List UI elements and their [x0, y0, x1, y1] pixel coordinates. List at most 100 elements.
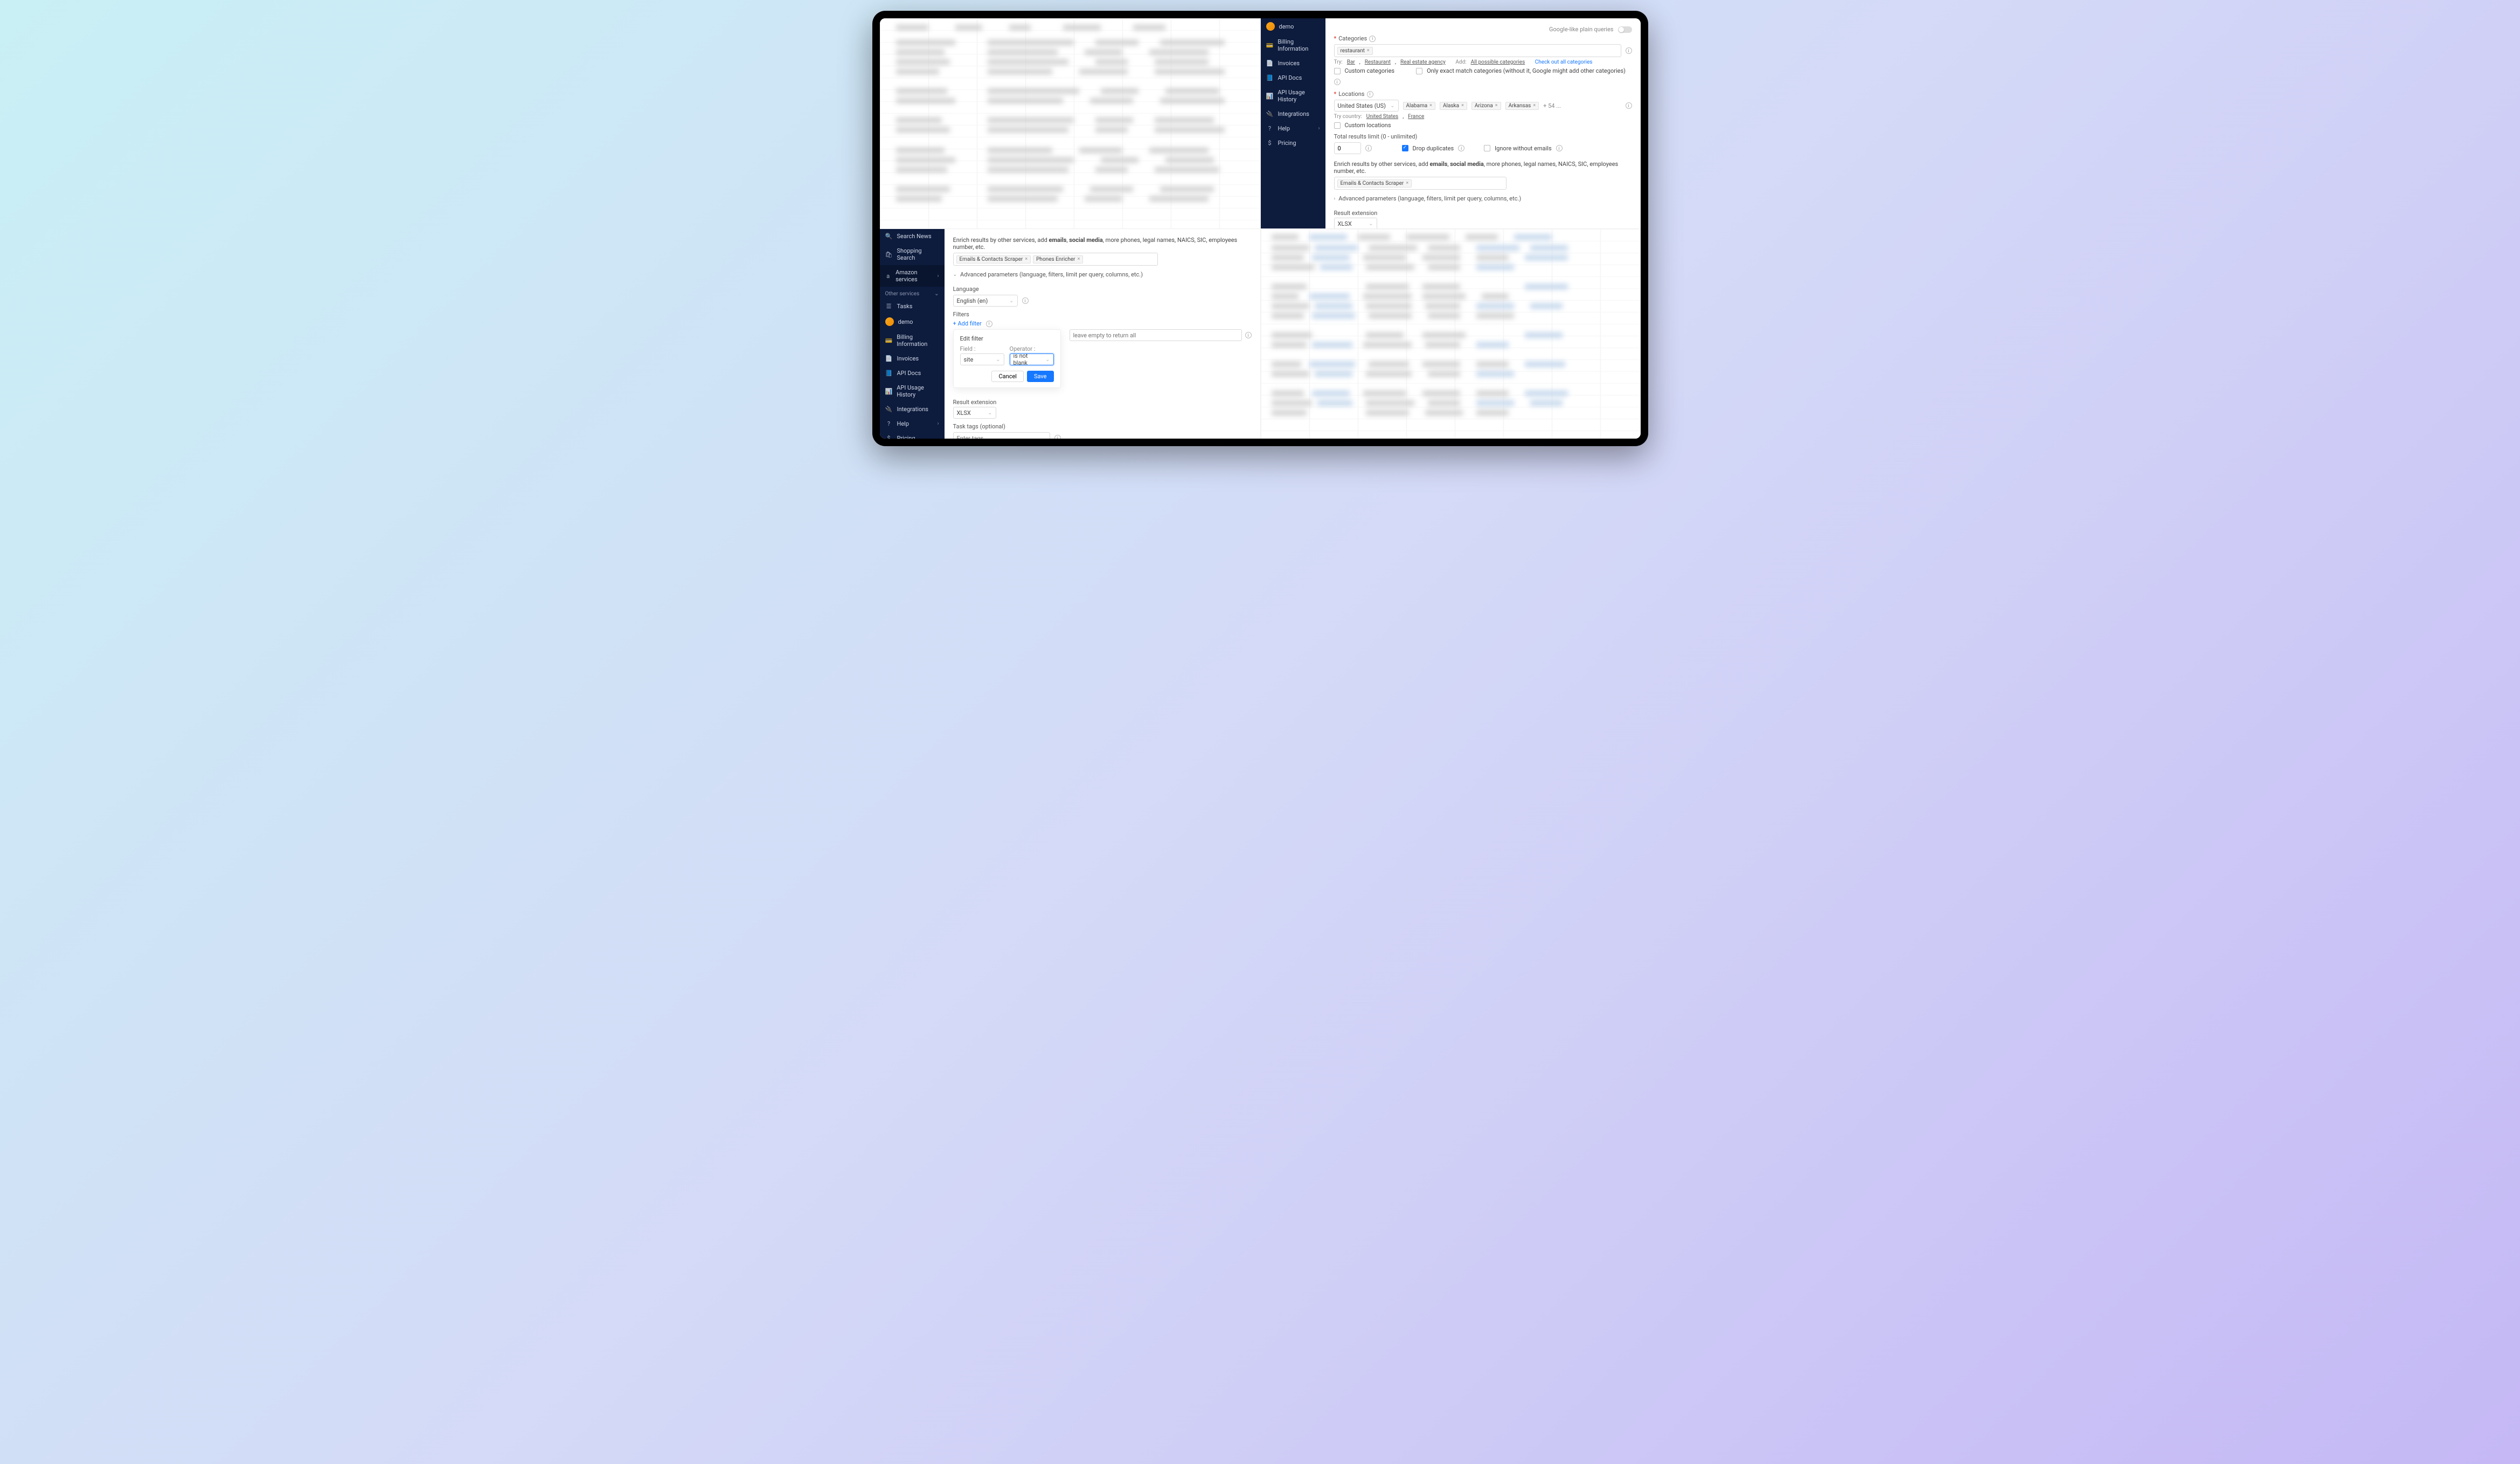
info-icon[interactable]: i — [1626, 102, 1632, 109]
ignore-no-email-checkbox[interactable] — [1484, 145, 1490, 151]
sidebar-item-invoices[interactable]: 📄Invoices — [880, 351, 945, 366]
cancel-button[interactable]: Cancel — [991, 371, 1023, 382]
sidebar-item-usage[interactable]: 📊API Usage History — [880, 380, 945, 402]
country-select[interactable]: United States (US) — [1334, 100, 1399, 112]
chip-state[interactable]: Alaska× — [1440, 102, 1467, 110]
chip-category[interactable]: restaurant× — [1337, 47, 1373, 55]
result-ext-label: Result extension — [1334, 210, 1632, 217]
custom-categories-checkbox[interactable] — [1334, 68, 1341, 74]
sidebar-item-tasks[interactable]: ☰Tasks — [880, 299, 945, 314]
drop-duplicates-checkbox[interactable] — [1402, 145, 1408, 151]
config-panel-top-right: demo 💳Billing Information 📄Invoices 📘API… — [1260, 18, 1641, 228]
sidebar-item-billing[interactable]: 💳Billing Information — [880, 330, 945, 351]
add-filter-link[interactable]: + Add filter — [953, 320, 982, 327]
chip-state[interactable]: Alabama× — [1403, 102, 1435, 110]
sidebar-item-invoices[interactable]: 📄Invoices — [1261, 56, 1325, 71]
sidebar-item-apidocs[interactable]: 📘API Docs — [1261, 71, 1325, 85]
advanced-params-expander[interactable]: › Advanced parameters (language, filters… — [1334, 192, 1632, 205]
result-ext-select[interactable]: XLSX — [953, 407, 996, 419]
sidebar-item-apidocs[interactable]: 📘API Docs — [880, 366, 945, 380]
language-label: Language — [953, 286, 1252, 293]
more-states[interactable]: + 54 ... — [1543, 102, 1561, 109]
close-icon[interactable]: × — [1078, 256, 1080, 262]
close-icon[interactable]: × — [1461, 103, 1464, 108]
enrich-text: Enrich results by other services, add em… — [953, 237, 1252, 251]
info-icon[interactable]: i — [1054, 435, 1061, 439]
chip-enrich-service[interactable]: Emails & Contacts Scraper× — [956, 255, 1031, 263]
sidebar-item-integrations[interactable]: 🔌Integrations — [1261, 107, 1325, 121]
info-icon[interactable]: i — [1626, 47, 1632, 54]
try-category-link[interactable]: Real estate agency — [1400, 59, 1446, 65]
close-icon[interactable]: × — [1429, 103, 1432, 108]
collage-grid: demo 💳Billing Information 📄Invoices 📘API… — [880, 18, 1641, 439]
close-icon[interactable]: × — [1406, 181, 1408, 186]
columns-input[interactable] — [1070, 329, 1242, 341]
info-icon[interactable]: i — [1365, 145, 1372, 151]
filters-label: Filters — [953, 311, 1252, 318]
locations-label: *Locationsi — [1334, 91, 1632, 98]
close-icon[interactable]: × — [1025, 256, 1028, 262]
noise — [880, 18, 1260, 228]
sidebar-item-billing[interactable]: 💳Billing Information — [1261, 34, 1325, 56]
custom-locations-checkbox[interactable] — [1334, 122, 1341, 129]
chip-state[interactable]: Arkansas× — [1505, 102, 1539, 110]
chip-state[interactable]: Arizona× — [1471, 102, 1501, 110]
amazon-icon: a — [885, 273, 892, 280]
try-country-label: Try country: — [1334, 114, 1362, 120]
sidebar-item-pricing[interactable]: $Pricing — [880, 431, 945, 439]
sidebar-item-demo[interactable]: demo — [880, 314, 945, 330]
sidebar-item-search-news[interactable]: 🔍Search News — [880, 229, 945, 244]
info-icon[interactable]: i — [1556, 145, 1563, 151]
checkout-categories-link[interactable]: Check out all categories — [1535, 59, 1593, 65]
sidebar-item-integrations[interactable]: 🔌Integrations — [880, 402, 945, 417]
language-select[interactable]: English (en) — [953, 295, 1018, 307]
sidebar-item-label: Invoices — [1278, 60, 1300, 67]
enrich-services-input[interactable]: Emails & Contacts Scraper× Phones Enrich… — [953, 253, 1158, 266]
try-category-link[interactable]: Restaurant — [1365, 59, 1391, 65]
info-icon[interactable]: i — [1369, 36, 1376, 42]
sidebar-section-amazon[interactable]: aAmazon services — [880, 265, 945, 287]
result-ext-select[interactable]: XLSX — [1334, 218, 1377, 228]
sidebar-item-label: Billing Information — [897, 334, 939, 348]
save-button[interactable]: Save — [1027, 371, 1054, 382]
sidebar-item-usage[interactable]: 📊API Usage History — [1261, 85, 1325, 107]
sidebar-section-other[interactable]: Other services⌄ — [880, 287, 945, 299]
info-icon[interactable]: i — [1022, 297, 1029, 304]
try-category-link[interactable]: Bar — [1347, 59, 1355, 65]
close-icon[interactable]: × — [1367, 48, 1370, 53]
enrich-services-input[interactable]: Emails & Contacts Scraper× — [1334, 177, 1507, 190]
sidebar-item-label: API Docs — [1278, 74, 1302, 81]
close-icon[interactable]: × — [1533, 103, 1536, 108]
categories-input[interactable]: restaurant× — [1334, 44, 1621, 57]
sidebar-item-label: API Docs — [897, 370, 921, 377]
sidebar-item-label: Integrations — [1278, 110, 1309, 117]
chip-enrich-service[interactable]: Phones Enricher× — [1033, 255, 1083, 263]
try-country-link[interactable]: United States — [1366, 114, 1399, 120]
advanced-params-expander[interactable]: ⌄ Advanced parameters (language, filters… — [953, 268, 1252, 281]
filter-operator-select[interactable]: is not blank — [1010, 353, 1054, 365]
plain-queries-toggle[interactable] — [1618, 26, 1632, 33]
sidebar-item-help[interactable]: ?Help — [1261, 121, 1325, 136]
info-icon[interactable]: i — [1458, 145, 1464, 151]
sidebar-section-label: Amazon services — [895, 269, 933, 283]
chip-enrich-service[interactable]: Emails & Contacts Scraper× — [1337, 179, 1412, 188]
limit-input[interactable] — [1334, 142, 1361, 154]
info-icon[interactable]: i — [1245, 332, 1252, 338]
close-icon[interactable]: × — [1495, 103, 1498, 108]
sidebar-item-help[interactable]: ?Help — [880, 417, 945, 431]
filter-field-select[interactable]: site — [960, 353, 1004, 365]
search-icon: 🔍 — [885, 233, 893, 240]
add-all-categories-link[interactable]: All possible categories — [1471, 59, 1525, 65]
try-label: Try: — [1334, 59, 1343, 65]
exact-match-checkbox[interactable] — [1416, 68, 1422, 74]
info-icon[interactable]: i — [1334, 79, 1341, 85]
sidebar-item-demo[interactable]: demo — [1261, 18, 1325, 34]
task-tags-input[interactable] — [953, 432, 1050, 439]
try-country-link[interactable]: France — [1408, 114, 1424, 120]
info-icon[interactable]: i — [986, 321, 992, 327]
task-tags-label: Task tags (optional) — [953, 423, 1252, 430]
sidebar-item-label: Tasks — [897, 303, 913, 310]
sidebar-item-pricing[interactable]: $Pricing — [1261, 136, 1325, 150]
info-icon[interactable]: i — [1367, 91, 1373, 98]
sidebar-item-shopping[interactable]: 🛍Shopping Search — [880, 244, 945, 265]
